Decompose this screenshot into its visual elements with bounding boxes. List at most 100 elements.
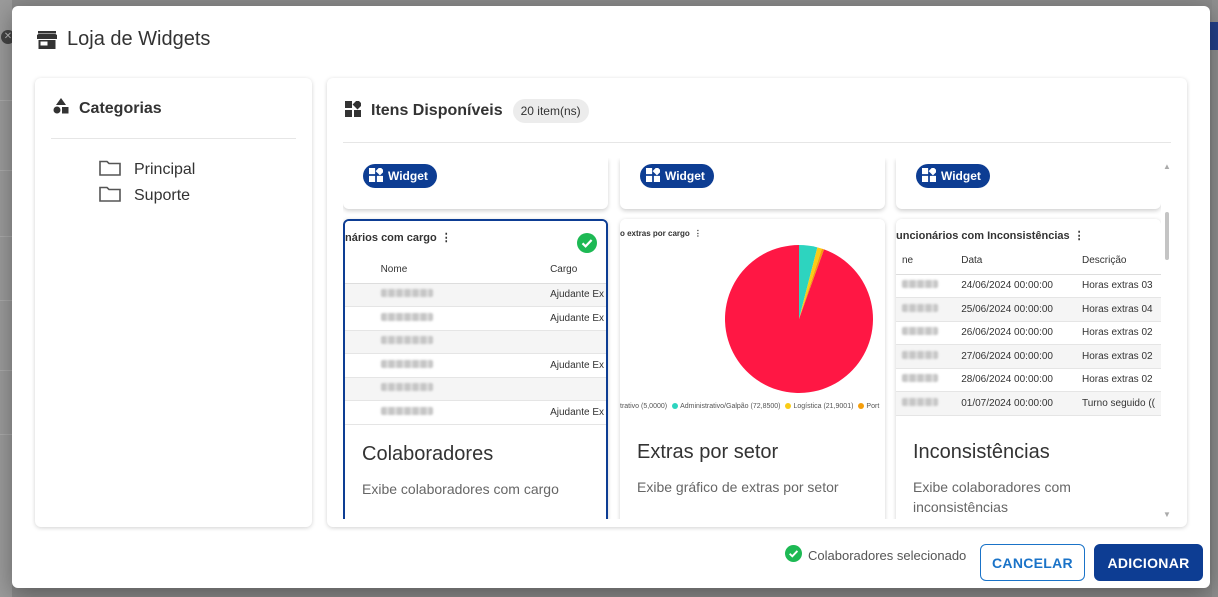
widgets-icon (369, 166, 385, 185)
backdrop-divider (0, 370, 12, 371)
scroll-down-icon[interactable]: ▼ (1163, 510, 1171, 519)
widget-grid[interactable]: Widget Widget Widget nários com cargo ⋮ … (343, 158, 1161, 519)
table-row: Ajudante Ex (345, 353, 606, 378)
cancel-button[interactable]: CANCELAR (980, 544, 1085, 581)
widget-card-extras-por-setor[interactable]: o extras por cargo ⋮ trativo (5,0000) Adm… (620, 219, 885, 519)
backdrop-divider (0, 434, 12, 435)
category-item-suporte[interactable]: Suporte (99, 183, 195, 209)
widget-chip-label: Widget (665, 169, 705, 183)
category-label: Principal (134, 161, 196, 178)
preview-table: Nome Cargo Ajudante Ex Ajudante Ex Ajuda… (345, 257, 606, 425)
divider (343, 142, 1171, 143)
legend-dot (785, 403, 792, 410)
column-header: Cargo (544, 257, 606, 284)
widget-preview: uncionários com Inconsistências ⋮ ne Data… (896, 219, 1161, 424)
dialog-title: Loja de Widgets (67, 28, 211, 50)
legend-dot (672, 403, 679, 410)
divider (51, 138, 296, 139)
categories-title: Categorias (79, 99, 162, 117)
card-description: Exibe colaboradores com inconsistências (913, 479, 1071, 515)
backdrop-divider (0, 236, 12, 237)
chart-legend: trativo (5,0000) Administrativo/Galpão (… (620, 403, 879, 410)
scrollbar[interactable]: ▲ ▼ (1163, 158, 1171, 519)
widget-card-inconsistencias[interactable]: uncionários com Inconsistências ⋮ ne Data… (896, 219, 1161, 519)
blurred-name (902, 350, 938, 359)
check-circle-icon (577, 233, 597, 258)
backdrop-divider (0, 300, 12, 301)
widget-preview: o extras por cargo ⋮ trativo (5,0000) Adm… (620, 219, 885, 424)
folder-icon (99, 160, 121, 181)
table-row (345, 377, 606, 401)
pie-chart (725, 245, 873, 393)
blurred-name (902, 327, 938, 336)
table-row: 26/06/2024 00:00:00 Horas extras 02 (896, 321, 1161, 345)
widgets-icon (345, 99, 363, 122)
legend-item: Logística (21,9001) (785, 403, 853, 410)
widget-store-dialog: Loja de Widgets Categorias Principal Sup… (12, 6, 1210, 588)
blurred-name (902, 303, 938, 312)
card-title: Inconsistências (913, 441, 1050, 463)
widget-chip: Widget (640, 164, 714, 188)
categories-header: Categorias (53, 98, 162, 119)
folder-icon (99, 186, 121, 207)
widget-chip: Widget (916, 164, 990, 188)
store-icon (37, 30, 57, 49)
widget-chip: Widget (363, 164, 437, 188)
card-description: Exibe colaboradores com cargo (362, 481, 559, 497)
backdrop-divider (0, 170, 12, 171)
dialog-header: Loja de Widgets (37, 28, 210, 51)
card-title: Colaboradores (362, 443, 494, 465)
legend-dot (858, 403, 865, 410)
blurred-name (380, 336, 433, 345)
widget-preview: nários com cargo ⋮ Nome Cargo Ajudante E… (345, 221, 606, 426)
items-panel: Itens Disponíveis 20 item(ns) Widget Wid… (327, 78, 1187, 527)
items-count-badge: 20 item(ns) (512, 99, 589, 123)
preview-table: ne Data Descrição 24/06/2024 00:00:00 Hor… (896, 248, 1161, 416)
table-row: 24/06/2024 00:00:00 Horas extras 03 (896, 274, 1161, 298)
widget-card-partial[interactable]: Widget (620, 158, 885, 209)
shapes-icon (53, 98, 69, 119)
selection-status-text: Colaboradores selecionado (808, 547, 967, 563)
legend-item: trativo (5,0000) (620, 403, 668, 410)
widget-chip-label: Widget (388, 169, 428, 183)
scrollbar-thumb[interactable] (1165, 212, 1169, 260)
card-title: Extras por setor (637, 441, 779, 463)
scroll-up-icon[interactable]: ▲ (1163, 162, 1171, 171)
legend-item: Administrativo/Galpão (72,8500) (672, 403, 780, 410)
blurred-name (380, 359, 433, 368)
page-backdrop-right (1212, 0, 1218, 597)
table-row (345, 330, 606, 354)
pie-slice-administrativo (725, 245, 873, 393)
items-header: Itens Disponíveis 20 item(ns) (345, 99, 589, 123)
table-row: Ajudante Ex (345, 400, 606, 425)
table-row: 01/07/2024 00:00:00 Turno seguido (( (896, 391, 1161, 416)
table-row: 25/06/2024 00:00:00 Horas extras 04 (896, 297, 1161, 322)
legend-item: Port (858, 403, 879, 410)
check-circle-icon (785, 545, 802, 565)
table-row: Ajudante Ex (345, 306, 606, 331)
widgets-icon (646, 166, 662, 185)
category-label: Suporte (134, 187, 191, 204)
page-backdrop (0, 0, 12, 597)
blurred-name (380, 312, 433, 321)
column-header: Descrição (1076, 248, 1161, 275)
blurred-name (902, 397, 938, 406)
table-row: 28/06/2024 00:00:00 Horas extras 02 (896, 368, 1161, 392)
widget-chip-label: Widget (941, 169, 981, 183)
blurred-name (902, 280, 938, 289)
table-row: 27/06/2024 00:00:00 Horas extras 02 (896, 344, 1161, 369)
backdrop-button (1210, 22, 1218, 50)
blurred-name (380, 383, 433, 392)
widget-card-colaboradores[interactable]: nários com cargo ⋮ Nome Cargo Ajudante E… (343, 219, 608, 519)
category-list: Principal Suporte (99, 157, 195, 209)
table-row: Ajudante Ex (345, 283, 606, 307)
category-item-principal[interactable]: Principal (99, 157, 195, 183)
widget-card-partial[interactable]: Widget (896, 158, 1161, 209)
add-button[interactable]: ADICIONAR (1094, 544, 1203, 581)
column-header: ne (896, 248, 956, 275)
selection-status: Colaboradores selecionado (785, 545, 966, 565)
column-header: Data (955, 248, 1076, 275)
widget-card-partial[interactable]: Widget (343, 158, 608, 209)
column-header: Nome (374, 257, 545, 284)
card-description: Exibe gráfico de extras por setor (637, 479, 839, 495)
